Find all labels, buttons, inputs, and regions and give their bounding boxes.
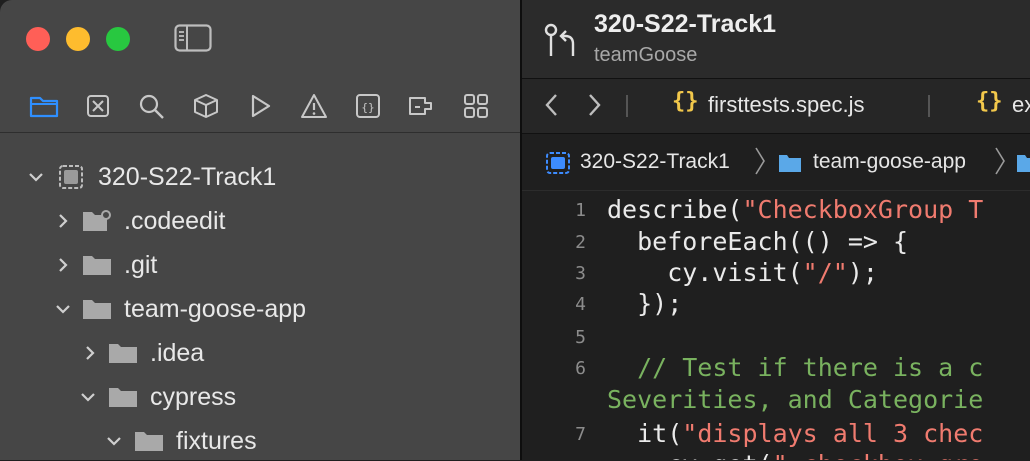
folder-icon xyxy=(83,300,111,319)
chevron-down-icon[interactable] xyxy=(28,169,44,185)
tree-item-label: team-goose-app xyxy=(124,295,307,323)
line-number: 1 xyxy=(575,200,586,221)
tree-item-label: cypress xyxy=(150,383,237,411)
code-line[interactable]: }); xyxy=(607,289,682,318)
folder-icon xyxy=(109,344,137,363)
project-icon xyxy=(546,152,570,174)
chevron-right-icon[interactable] xyxy=(55,213,71,229)
string-token: ".checkbox-gro xyxy=(773,450,984,460)
chevron-down-icon[interactable] xyxy=(80,389,96,405)
settings-folder-icon xyxy=(83,210,111,231)
folder-icon xyxy=(135,432,163,451)
chevron-right-icon xyxy=(995,147,1005,175)
tree-item-label: .idea xyxy=(150,339,205,367)
braces-icon[interactable]: {} xyxy=(353,92,383,120)
tree-item-fixtures[interactable]: fixtures xyxy=(0,421,520,461)
line-number: 4 xyxy=(575,294,586,315)
chevron-down-icon[interactable] xyxy=(106,433,122,449)
code-token: }); xyxy=(607,289,683,318)
line-number: 3 xyxy=(575,263,586,284)
extension-icon[interactable] xyxy=(407,92,437,120)
tree-item-cypress[interactable]: cypress xyxy=(0,377,520,417)
breadcrumb-item[interactable]: 320-S22-Track1 xyxy=(580,150,730,174)
comment-token: // Test if there is a c xyxy=(607,353,984,382)
chevron-down-icon[interactable] xyxy=(55,301,71,317)
navigator-divider xyxy=(0,132,520,133)
chevron-right-icon[interactable] xyxy=(584,93,604,117)
line-number: 2 xyxy=(575,232,586,253)
folder-icon xyxy=(1017,155,1030,172)
folder-icon xyxy=(83,256,111,275)
breadcrumb: 320-S22-Track1 team-goose-app xyxy=(522,134,1030,191)
grid-icon[interactable] xyxy=(461,92,491,120)
braces-icon: {} xyxy=(976,89,1003,114)
source-control-icon[interactable] xyxy=(83,92,113,120)
tree-item-label: .git xyxy=(124,251,158,279)
tree-item-team-goose-app[interactable]: team-goose-app xyxy=(0,289,520,329)
run-icon[interactable] xyxy=(245,92,275,120)
code-line[interactable]: // Test if there is a c xyxy=(607,353,983,382)
folder-icon xyxy=(779,155,801,172)
tab-label: ex xyxy=(1012,92,1030,117)
code-token: cy.get( xyxy=(607,450,772,460)
string-token: "CheckboxGroup T xyxy=(742,195,984,224)
chevron-right-icon[interactable] xyxy=(82,345,98,361)
editor-area: 320-S22-Track1 teamGoose {} firsttests.s… xyxy=(522,0,1030,460)
code-token: cy.visit( xyxy=(607,258,803,287)
code-token: ); xyxy=(847,258,878,287)
svg-text:{}: {} xyxy=(361,101,374,114)
string-token: "displays all 3 chec xyxy=(682,419,984,448)
tree-item-git[interactable]: .git xyxy=(0,245,520,285)
zoom-window-button[interactable] xyxy=(106,27,130,51)
navigator-tab-bar: {} xyxy=(0,84,520,126)
code-token: it( xyxy=(607,419,683,448)
tab-divider xyxy=(626,95,628,117)
chevron-right-icon[interactable] xyxy=(55,257,71,273)
code-line[interactable]: cy.get(".checkbox-gro xyxy=(607,450,983,460)
project-icon xyxy=(59,165,83,189)
warning-icon[interactable] xyxy=(299,92,329,120)
chevron-right-icon xyxy=(755,147,765,175)
package-icon[interactable] xyxy=(191,92,221,120)
code-token: beforeEach(() => { xyxy=(607,227,909,256)
folder-icon[interactable] xyxy=(29,92,59,120)
navigator-sidebar: {} 320-S22-Track1 .codeedit .git team-go… xyxy=(0,0,520,460)
tree-item-codeedit[interactable]: .codeedit xyxy=(0,201,520,241)
string-token: "/" xyxy=(802,258,848,287)
code-line[interactable]: cy.visit("/"); xyxy=(607,258,878,287)
tree-item-project[interactable]: 320-S22-Track1 xyxy=(0,157,520,197)
chevron-left-icon[interactable] xyxy=(542,93,562,117)
line-number: 6 xyxy=(575,358,586,379)
sidebar-toggle-icon[interactable] xyxy=(174,24,212,52)
code-editor[interactable]: 1 describe("CheckboxGroup T 2 beforeEach((… xyxy=(522,191,1030,460)
close-window-button[interactable] xyxy=(26,27,50,51)
tree-item-label: .codeedit xyxy=(124,207,226,235)
code-line[interactable]: beforeEach(() => { xyxy=(607,227,908,256)
tab-label: firsttests.spec.js xyxy=(708,92,865,117)
editor-tab-bar: {} firsttests.spec.js {} ex xyxy=(522,79,1030,134)
breadcrumb-item[interactable]: team-goose-app xyxy=(813,150,966,174)
tree-item-label: fixtures xyxy=(176,427,257,455)
code-line[interactable]: Severities, and Categorie xyxy=(607,385,983,414)
minimize-window-button[interactable] xyxy=(66,27,90,51)
line-number: 7 xyxy=(575,424,586,445)
comment-token: Severities, and Categorie xyxy=(607,385,984,414)
tree-item-idea[interactable]: .idea xyxy=(0,333,520,373)
code-token: describe( xyxy=(607,195,743,224)
folder-icon xyxy=(109,388,137,407)
branch-icon[interactable] xyxy=(542,22,582,58)
braces-icon: {} xyxy=(672,89,699,114)
line-number: 5 xyxy=(575,327,586,348)
code-line[interactable]: describe("CheckboxGroup T xyxy=(607,195,983,224)
project-title: 320-S22-Track1 xyxy=(594,10,777,38)
code-line[interactable]: it("displays all 3 chec xyxy=(607,419,983,448)
window-toolbar: 320-S22-Track1 teamGoose xyxy=(522,0,1030,79)
search-icon[interactable] xyxy=(137,92,167,120)
branch-name: teamGoose xyxy=(594,44,698,66)
tree-item-label: 320-S22-Track1 xyxy=(98,163,277,191)
tab-divider xyxy=(928,95,930,117)
